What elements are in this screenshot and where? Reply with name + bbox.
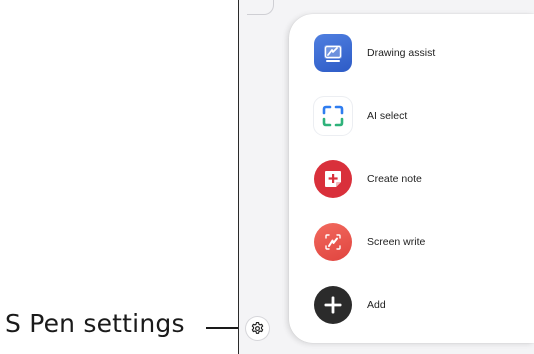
screen-write-icon: [314, 223, 352, 261]
menu-item-ai-select[interactable]: AI select: [300, 90, 530, 142]
menu-item-add[interactable]: Add: [300, 279, 530, 331]
menu-item-label: Drawing assist: [367, 47, 436, 59]
drawing-assist-icon: [314, 34, 352, 72]
create-note-icon: [314, 160, 352, 198]
gear-icon: [251, 322, 264, 334]
s-pen-settings-callout: S Pen settings: [5, 309, 185, 338]
menu-item-create-note[interactable]: Create note: [300, 153, 530, 205]
ai-select-icon: [314, 97, 352, 135]
menu-item-label: AI select: [367, 110, 408, 122]
menu-item-label: Create note: [367, 173, 422, 185]
menu-item-label: Add: [367, 299, 386, 311]
menu-item-label: Screen write: [367, 236, 426, 248]
menu-item-screen-write[interactable]: Screen write: [300, 216, 530, 268]
plus-icon: [314, 286, 352, 324]
menu-item-drawing-assist[interactable]: Drawing assist: [300, 27, 530, 79]
s-pen-settings-button[interactable]: [246, 317, 269, 340]
